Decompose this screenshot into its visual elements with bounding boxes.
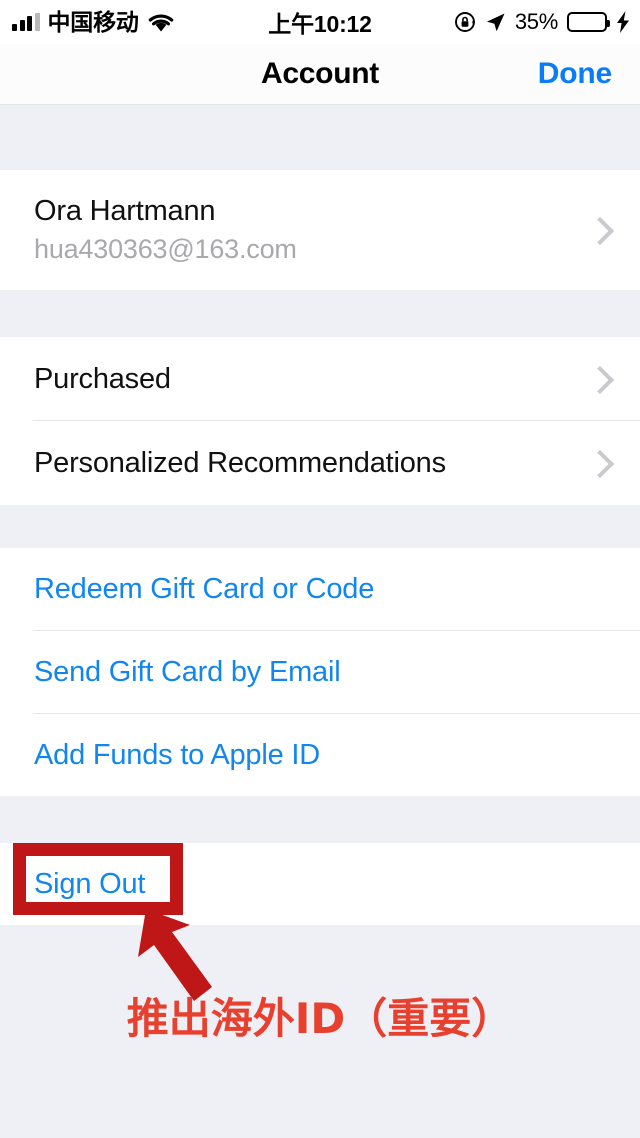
account-section: Ora Hartmann hua430363@163.com <box>0 170 640 290</box>
rotation-lock-icon <box>454 11 476 33</box>
account-row[interactable]: Ora Hartmann hua430363@163.com <box>0 170 640 290</box>
account-name: Ora Hartmann <box>34 195 216 227</box>
send-gift-card-label: Send Gift Card by Email <box>34 656 341 688</box>
navigation-bar: Account Done <box>0 44 640 105</box>
personalized-recommendations-label: Personalized Recommendations <box>34 446 446 479</box>
location-arrow-icon <box>485 12 506 33</box>
sign-out-label: Sign Out <box>34 867 146 900</box>
redeem-gift-card-label: Redeem Gift Card or Code <box>34 573 375 605</box>
status-bar: 中国移动 上午10:12 35% <box>0 0 640 44</box>
battery-percent-label: 35% <box>514 9 558 34</box>
purchased-row[interactable]: Purchased <box>0 337 640 421</box>
add-funds-label: Add Funds to Apple ID <box>34 738 320 771</box>
media-section: Purchased Personalized Recommendations <box>0 337 640 505</box>
bottom-background <box>0 925 640 1138</box>
account-email: hua430363@163.com <box>34 234 297 264</box>
section-gap-top <box>0 105 640 170</box>
chevron-right-icon <box>585 449 615 479</box>
gift-card-section: Redeem Gift Card or Code Send Gift Card … <box>0 548 640 796</box>
section-gap-gift <box>0 505 640 548</box>
send-gift-card-row[interactable]: Send Gift Card by Email <box>0 631 640 714</box>
done-button[interactable]: Done <box>538 44 612 104</box>
redeem-gift-card-row[interactable]: Redeem Gift Card or Code <box>0 548 640 631</box>
add-funds-row[interactable]: Add Funds to Apple ID <box>0 714 640 796</box>
lightning-bolt-icon <box>616 11 630 33</box>
chevron-right-icon <box>585 365 615 395</box>
sign-out-row[interactable]: Sign Out <box>0 843 640 925</box>
account-row-text: Ora Hartmann hua430363@163.com <box>34 195 297 265</box>
battery-icon <box>567 12 610 32</box>
clock-label: 上午10:12 <box>268 11 372 37</box>
section-gap-signout <box>0 796 640 843</box>
section-gap-media <box>0 290 640 337</box>
iphone-screen: 中国移动 上午10:12 35% Account Done Ora Hartma… <box>0 0 640 1138</box>
personalized-recommendations-row[interactable]: Personalized Recommendations <box>0 421 640 505</box>
chevron-right-icon <box>585 216 615 246</box>
purchased-label: Purchased <box>34 362 171 395</box>
status-bar-right: 35% <box>454 0 630 44</box>
sign-out-section: Sign Out <box>0 843 640 925</box>
